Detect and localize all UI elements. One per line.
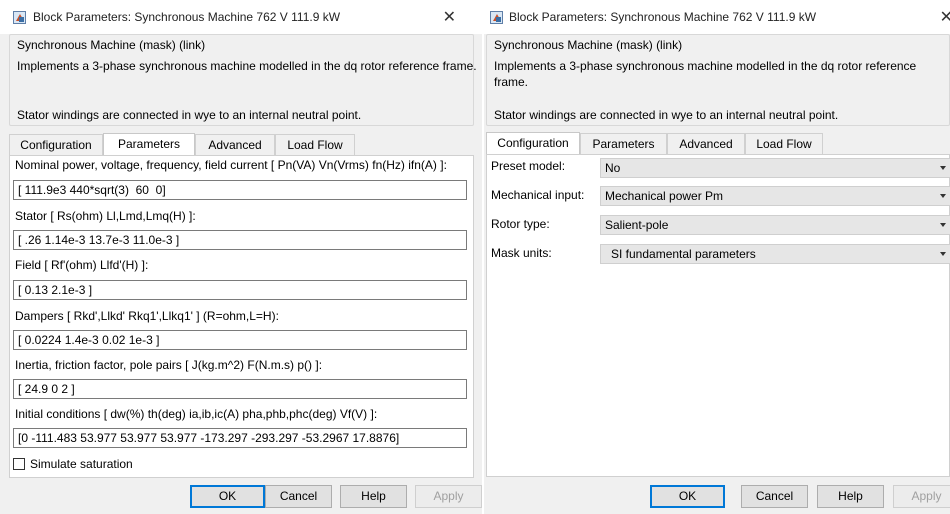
mechanical-input-value: Mechanical power Pm <box>605 189 724 203</box>
dampers-label: Dampers [ Rkd',Llkd' Rkq1',Llkq1' ] (R=o… <box>15 309 279 323</box>
block-parameters-dialog-right: Block Parameters: Synchronous Machine 76… <box>484 0 950 514</box>
close-icon[interactable]: ✕ <box>940 7 950 27</box>
title-bar: Block Parameters: Synchronous Machine 76… <box>484 0 950 34</box>
chevron-down-icon <box>940 166 946 170</box>
tab-advanced[interactable]: Advanced <box>667 133 745 155</box>
inertia-label: Inertia, friction factor, pole pairs [ J… <box>15 358 323 372</box>
nominal-params-input[interactable] <box>13 180 467 200</box>
simulate-saturation-checkbox[interactable] <box>13 458 25 470</box>
tab-advanced[interactable]: Advanced <box>195 134 275 156</box>
dampers-input[interactable] <box>13 330 467 350</box>
help-button[interactable]: Help <box>340 485 407 508</box>
mask-legend: Synchronous Machine (mask) (link) <box>494 38 683 52</box>
stator-label: Stator [ Rs(ohm) Ll,Lmd,Lmq(H) ]: <box>15 209 196 223</box>
rotor-type-label: Rotor type: <box>491 217 550 231</box>
initial-conditions-label: Initial conditions [ dw(%) th(deg) ia,ib… <box>15 407 378 421</box>
mask-description: Implements a 3-phase synchronous machine… <box>17 59 477 73</box>
configuration-panel: Preset model: No Mechanical input: Mecha… <box>486 154 950 477</box>
cancel-button[interactable]: Cancel <box>741 485 808 508</box>
rotor-type-value: Salient-pole <box>605 218 669 232</box>
close-icon[interactable]: ✕ <box>443 7 456 27</box>
preset-model-label: Preset model: <box>491 159 566 173</box>
simulink-block-icon <box>13 11 26 24</box>
tab-configuration[interactable]: Configuration <box>486 132 580 156</box>
parameters-panel: Nominal power, voltage, frequency, field… <box>9 155 474 478</box>
field-input[interactable] <box>13 280 467 300</box>
mask-note: Stator windings are connected in wye to … <box>17 108 362 122</box>
nominal-params-label: Nominal power, voltage, frequency, field… <box>15 158 447 172</box>
initial-conditions-input[interactable] <box>13 428 467 448</box>
mechanical-input-label: Mechanical input: <box>491 188 585 202</box>
cancel-button[interactable]: Cancel <box>265 485 332 508</box>
ok-button[interactable]: OK <box>190 485 265 508</box>
simulate-saturation-label: Simulate saturation <box>30 457 133 471</box>
ok-button[interactable]: OK <box>650 485 725 508</box>
block-parameters-dialog-left: Block Parameters: Synchronous Machine 76… <box>0 0 482 514</box>
mask-units-value: SI fundamental parameters <box>611 247 756 261</box>
tab-load-flow[interactable]: Load Flow <box>745 133 823 155</box>
mask-description: Implements a 3-phase synchronous machine… <box>494 59 917 89</box>
window-title: Block Parameters: Synchronous Machine 76… <box>509 10 817 24</box>
mask-note: Stator windings are connected in wye to … <box>494 108 839 122</box>
window-title: Block Parameters: Synchronous Machine 76… <box>33 10 341 24</box>
simulink-block-icon <box>490 11 503 24</box>
stator-input[interactable] <box>13 230 467 250</box>
mask-description-group: Synchronous Machine (mask) (link) Implem… <box>486 34 950 126</box>
mask-units-label: Mask units: <box>491 246 552 260</box>
tab-parameters[interactable]: Parameters <box>103 133 195 157</box>
apply-button[interactable]: Apply <box>415 485 482 508</box>
tab-configuration[interactable]: Configuration <box>9 134 103 156</box>
mask-description-group: Synchronous Machine (mask) (link) Implem… <box>9 34 477 126</box>
field-label: Field [ Rf'(ohm) Llfd'(H) ]: <box>15 258 149 272</box>
apply-button[interactable]: Apply <box>893 485 950 508</box>
title-bar: Block Parameters: Synchronous Machine 76… <box>0 0 482 34</box>
mechanical-input-dropdown[interactable]: Mechanical power Pm <box>600 186 950 206</box>
mask-units-dropdown[interactable]: SI fundamental parameters <box>600 244 950 264</box>
inertia-input[interactable] <box>13 379 467 399</box>
help-button[interactable]: Help <box>817 485 884 508</box>
preset-model-dropdown[interactable]: No <box>600 158 950 178</box>
chevron-down-icon <box>940 223 946 227</box>
preset-model-value: No <box>605 161 621 175</box>
tab-parameters[interactable]: Parameters <box>580 133 667 155</box>
tab-load-flow[interactable]: Load Flow <box>275 134 355 156</box>
chevron-down-icon <box>940 252 946 256</box>
rotor-type-dropdown[interactable]: Salient-pole <box>600 215 950 235</box>
mask-legend: Synchronous Machine (mask) (link) <box>17 38 206 52</box>
chevron-down-icon <box>940 194 946 198</box>
